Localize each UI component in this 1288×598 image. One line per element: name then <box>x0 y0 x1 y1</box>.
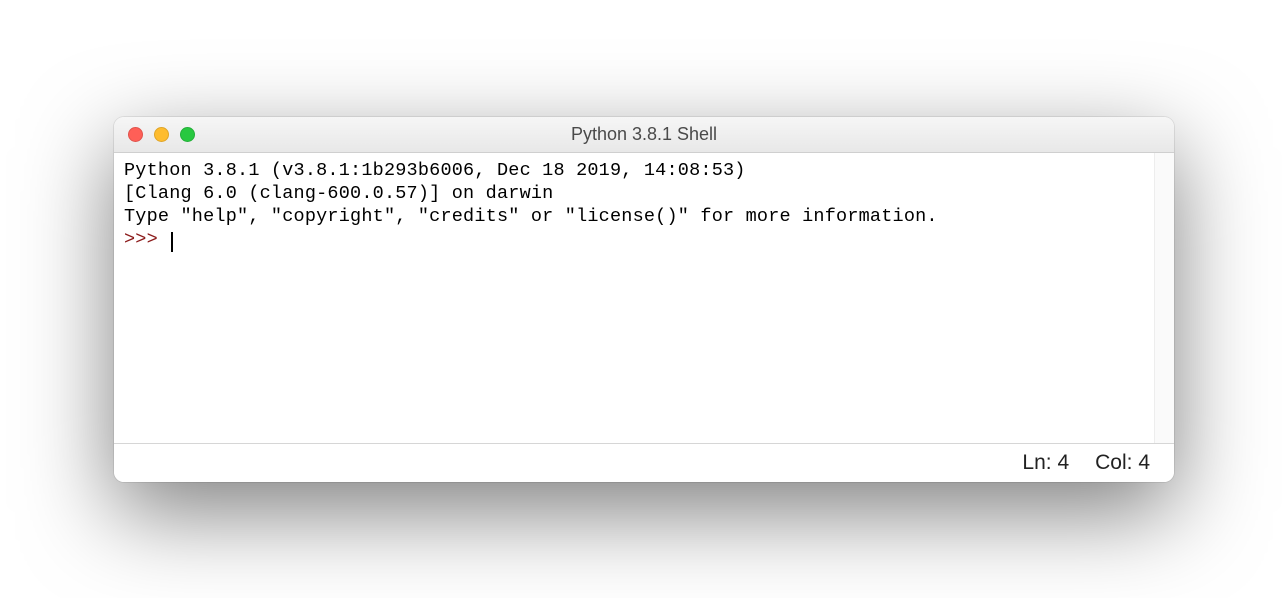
shell-text-area[interactable]: Python 3.8.1 (v3.8.1:1b293b6006, Dec 18 … <box>114 153 1154 443</box>
window-title: Python 3.8.1 Shell <box>114 124 1174 145</box>
banner-line-3: Type "help", "copyright", "credits" or "… <box>124 206 938 227</box>
banner-line-1: Python 3.8.1 (v3.8.1:1b293b6006, Dec 18 … <box>124 160 757 181</box>
zoom-icon[interactable] <box>180 127 195 142</box>
close-icon[interactable] <box>128 127 143 142</box>
content-wrap: Python 3.8.1 (v3.8.1:1b293b6006, Dec 18 … <box>114 153 1174 444</box>
status-line: Ln: 4 <box>1022 451 1069 475</box>
minimize-icon[interactable] <box>154 127 169 142</box>
status-col: Col: 4 <box>1095 451 1150 475</box>
traffic-lights <box>128 127 195 142</box>
banner-line-2: [Clang 6.0 (clang-600.0.57)] on darwin <box>124 183 553 204</box>
titlebar[interactable]: Python 3.8.1 Shell <box>114 117 1174 153</box>
prompt: >>> <box>124 229 169 250</box>
scrollbar[interactable] <box>1154 153 1174 443</box>
status-bar: Ln: 4 Col: 4 <box>114 444 1174 482</box>
text-cursor <box>171 232 173 252</box>
idle-shell-window: Python 3.8.1 Shell Python 3.8.1 (v3.8.1:… <box>114 117 1174 482</box>
